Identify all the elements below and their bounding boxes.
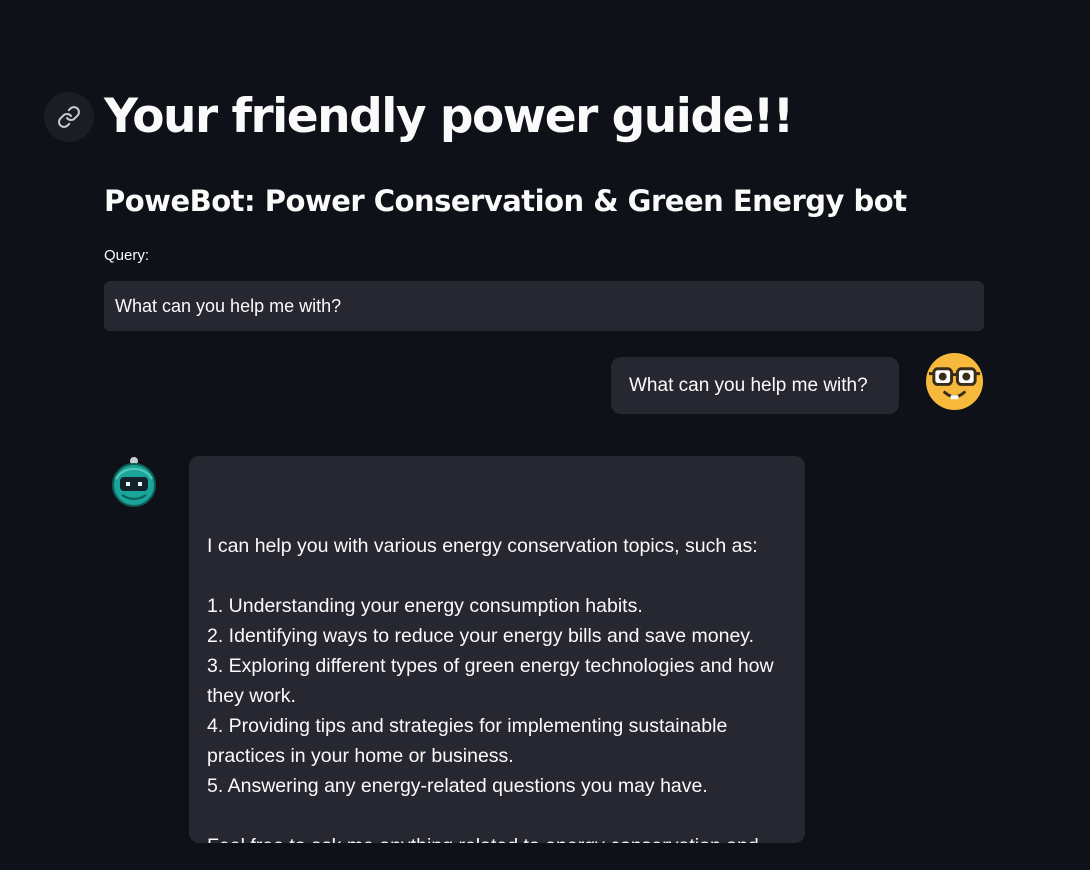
user-message-text: What can you help me with? xyxy=(629,374,868,396)
query-input[interactable] xyxy=(104,281,984,331)
app-page: Your friendly power guide!! PoweBot: Pow… xyxy=(0,0,1090,870)
nerd-face-icon xyxy=(925,352,984,411)
bot-message-text: I can help you with various energy conse… xyxy=(207,535,774,843)
page-subtitle: PoweBot: Power Conservation & Green Ener… xyxy=(104,184,907,218)
query-label: Query: xyxy=(104,247,150,264)
robot-icon xyxy=(112,457,156,507)
link-icon xyxy=(58,106,80,128)
page-title: Your friendly power guide!! xyxy=(104,89,794,144)
header-anchor-link[interactable] xyxy=(44,92,94,142)
bot-message-bubble: I can help you with various energy conse… xyxy=(189,456,805,843)
user-message-bubble: What can you help me with? xyxy=(611,357,899,414)
